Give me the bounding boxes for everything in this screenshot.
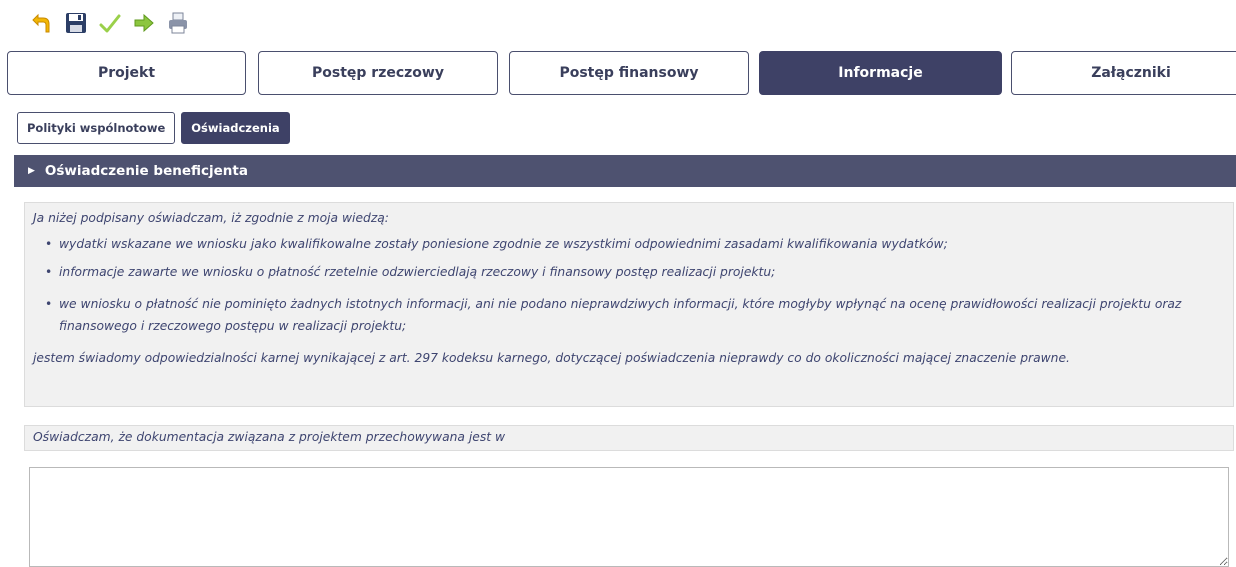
declaration-list: wydatki wskazane we wniosku jako kwalifi… bbox=[33, 237, 1225, 337]
tab-informacje[interactable]: Informacje bbox=[759, 51, 1002, 95]
submit-arrow-icon bbox=[134, 13, 154, 33]
declaration-item: wydatki wskazane we wniosku jako kwalifi… bbox=[33, 237, 1225, 251]
tab-zalaczniki[interactable]: Załączniki bbox=[1011, 51, 1236, 95]
declaration-item: we wniosku o płatność nie pominięto żadn… bbox=[33, 293, 1225, 337]
section-title: Oświadczenie beneficjenta bbox=[44, 163, 248, 179]
tab-postep-rzeczowy[interactable]: Postęp rzeczowy bbox=[258, 51, 498, 95]
print-icon bbox=[169, 12, 187, 34]
declaration-panel: Ja niżej podpisany oświadczam, iż zgodni… bbox=[24, 202, 1234, 407]
declaration-intro: Ja niżej podpisany oświadczam, iż zgodni… bbox=[33, 211, 389, 225]
main-tabs: Projekt Postęp rzeczowy Postęp finansowy… bbox=[7, 51, 1236, 97]
declaration-closing: jestem świadomy odpowiedzialności karnej… bbox=[33, 351, 1070, 365]
sub-tabs: Polityki wspólnotowe Oświadczenia bbox=[17, 112, 290, 144]
toolbar bbox=[30, 10, 190, 36]
submit-button[interactable] bbox=[132, 11, 156, 35]
checkmark-icon bbox=[99, 14, 121, 33]
print-button[interactable] bbox=[166, 11, 190, 35]
save-icon bbox=[66, 13, 86, 33]
storage-label: Oświadczam, że dokumentacja związana z p… bbox=[24, 425, 1234, 451]
storage-location-field[interactable] bbox=[29, 467, 1229, 567]
caret-right-icon: ▶ bbox=[28, 166, 35, 176]
undo-button[interactable] bbox=[30, 11, 54, 35]
subtab-oswiadczenia[interactable]: Oświadczenia bbox=[181, 112, 290, 144]
section-header-oswiadczenie[interactable]: ▶ Oświadczenie beneficjenta bbox=[14, 155, 1236, 187]
save-button[interactable] bbox=[64, 11, 88, 35]
tab-postep-finansowy[interactable]: Postęp finansowy bbox=[509, 51, 749, 95]
declaration-item: informacje zawarte we wniosku o płatność… bbox=[33, 265, 1225, 279]
tab-projekt[interactable]: Projekt bbox=[7, 51, 246, 95]
subtab-polityki-wspolnotowe[interactable]: Polityki wspólnotowe bbox=[17, 112, 176, 144]
validate-button[interactable] bbox=[98, 11, 122, 35]
undo-icon bbox=[32, 13, 50, 33]
